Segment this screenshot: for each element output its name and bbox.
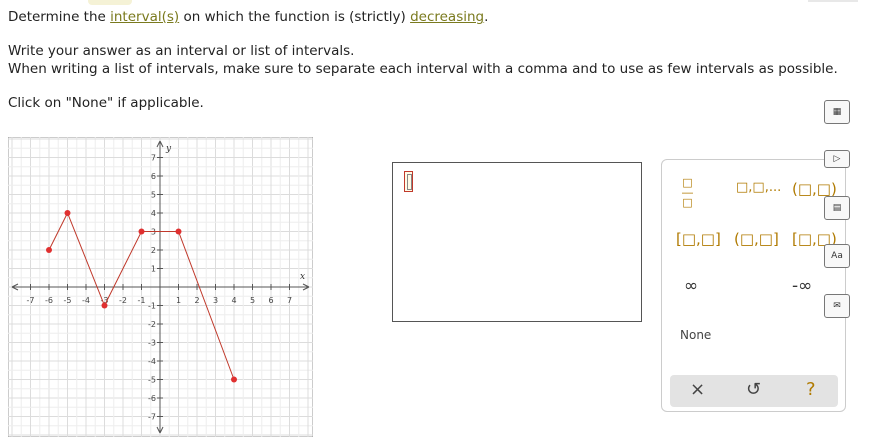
calculator-icon[interactable]: ▦ (824, 100, 850, 124)
fraction-button[interactable]: □ ― □ (682, 177, 693, 208)
y-tick-label: -6 (148, 394, 156, 403)
question-text: on which the function is (strictly) (179, 9, 411, 25)
action-bar: × ↺ ? (670, 375, 838, 407)
x-tick-label: -2 (119, 296, 127, 305)
y-tick-label: 5 (151, 191, 156, 200)
graph-point (64, 210, 71, 216)
clear-icon[interactable]: × (690, 379, 705, 400)
decreasing-link[interactable]: decreasing (410, 9, 484, 25)
y-axis-label: y (165, 144, 172, 154)
question-line-3: When writing a list of intervals, make s… (8, 61, 838, 77)
graph-point (175, 228, 182, 235)
math-palette: □ ― □ □,□,... (□,□) [□,□] (□,□] [□,□) ∞ -∞… (661, 159, 846, 412)
y-tick-label: 6 (151, 172, 156, 181)
x-tick-label: 1 (176, 296, 181, 305)
x-tick-label: -4 (82, 296, 90, 305)
x-tick-label: -7 (27, 296, 35, 305)
negative-infinity-button[interactable]: -∞ (792, 276, 812, 296)
none-button[interactable]: None (680, 328, 711, 342)
question-text: Determine the (8, 9, 111, 25)
x-axis-label: x (300, 272, 305, 282)
text-icon[interactable]: Aa (824, 244, 850, 268)
question-line-1: Determine the interval(s) on which the f… (8, 9, 488, 25)
x-tick-label: 4 (231, 296, 236, 305)
y-tick-label: -5 (148, 376, 156, 385)
closed-closed-interval-button[interactable]: [□,□] (676, 230, 721, 248)
sheet-icon[interactable]: ▤ (824, 196, 850, 220)
y-tick-label: -7 (148, 413, 156, 422)
graph-point (101, 302, 108, 309)
x-tick-label: 2 (194, 296, 199, 305)
list-button[interactable]: □,□,... (736, 180, 781, 195)
infinity-button[interactable]: ∞ (684, 276, 698, 296)
open-closed-interval-button[interactable]: (□,□] (734, 230, 779, 248)
graph-point (46, 247, 52, 253)
function-graph: -7 -6 -5 -4 -3 -2 -1 1 2 3 4 5 6 77654321-1-2-3-4-5-6… (8, 137, 313, 437)
y-tick-label: -4 (148, 357, 156, 366)
x-tick-label: 5 (250, 296, 255, 305)
y-tick-label: -1 (148, 302, 156, 311)
y-tick-label: 7 (151, 154, 156, 163)
graph-point (138, 228, 145, 235)
play-icon[interactable]: ▷ (824, 150, 850, 168)
y-tick-label: 2 (151, 246, 156, 255)
y-tick-label: -2 (148, 320, 156, 329)
interval-link[interactable]: interval(s) (110, 9, 179, 25)
top-tab (88, 0, 132, 5)
y-tick-label: 1 (151, 265, 156, 274)
x-tick-label: -1 (138, 296, 146, 305)
y-tick-label: 4 (151, 209, 156, 218)
undo-icon[interactable]: ↺ (746, 379, 761, 400)
x-tick-label: 6 (268, 296, 273, 305)
x-tick-label: -6 (45, 296, 53, 305)
y-tick-label: -3 (148, 339, 156, 348)
answer-input-box[interactable] (392, 162, 642, 322)
question-text: . (484, 9, 489, 25)
top-right-tab (808, 0, 858, 2)
mail-icon[interactable]: ✉ (824, 294, 850, 318)
x-tick-label: -5 (64, 296, 72, 305)
question-line-2: Write your answer as an interval or list… (8, 43, 355, 59)
x-tick-label: 7 (287, 296, 292, 305)
answer-cursor[interactable] (404, 171, 413, 192)
graph-point (231, 376, 237, 383)
x-tick-label: 3 (213, 296, 218, 305)
question-line-4: Click on "None" if applicable. (8, 95, 204, 111)
help-icon[interactable]: ? (806, 379, 816, 400)
